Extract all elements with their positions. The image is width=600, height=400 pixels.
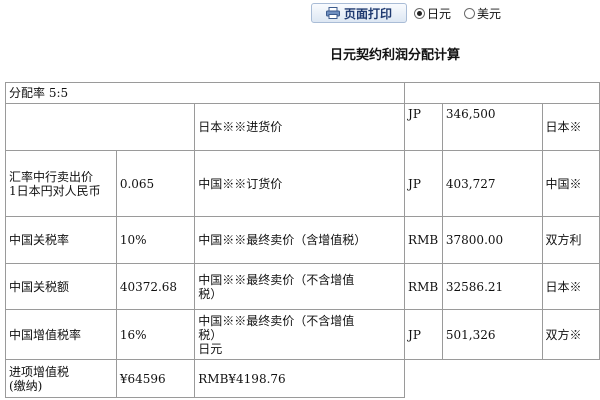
cell-value: 501,326 [441, 309, 543, 360]
cell-label-line: 汇率中行卖出价 [9, 169, 94, 184]
cell-value: 32586.21 [441, 263, 543, 310]
cell-truncated: 中国※ [541, 150, 600, 217]
cell-currency: JP [404, 150, 443, 217]
cell-label-line: 中国※※最终卖价（不含增值 [198, 313, 355, 328]
cell-label: 中国※※最终卖价（不含增值 税） 日元 [194, 309, 406, 360]
currency-radio-usd[interactable]: 美元 [464, 5, 501, 22]
cell-truncated: 日本※ [541, 103, 600, 151]
cell-value: 346,500 [441, 103, 543, 151]
cell-value: 10% [115, 216, 196, 264]
cell-value: RMB¥4198.76 [194, 359, 406, 398]
print-button-label: 页面打印 [343, 6, 392, 21]
cell-label-line: 进项增值税 [9, 364, 70, 379]
cell-value: 0.065 [115, 150, 196, 217]
cell-label: 汇率中行卖出价 1日本円对人民币 [5, 150, 117, 217]
table-row: 中国增值税率 16% 中国※※最终卖价（不含增值 税） 日元 JP 501,32… [5, 309, 600, 360]
radio-unselected-icon[interactable] [464, 8, 475, 19]
cell-label: 中国关税率 [5, 216, 117, 264]
cell-truncated: 双方利 [541, 216, 600, 264]
currency-radio-usd-label: 美元 [477, 7, 502, 21]
radio-selected-icon[interactable] [414, 8, 425, 19]
cell-value: 403,727 [441, 150, 543, 217]
table-row: 汇率中行卖出价 1日本円对人民币 0.065 中国※※订货价 JP 403,72… [5, 150, 600, 217]
cell-label-line: 税） [198, 327, 223, 342]
toolbar: 页面打印 日元 美元 [0, 0, 600, 26]
cell-value: 37800.00 [441, 216, 543, 264]
cell-value: ¥64596 [115, 359, 196, 398]
cell-currency: RMB [404, 216, 443, 264]
empty-cell [4, 103, 196, 151]
print-button[interactable]: 页面打印 [311, 3, 407, 23]
cell-label: 日本※※进货价 [194, 103, 406, 151]
cell-label-line: 税） [198, 286, 223, 301]
empty-cell [404, 82, 600, 104]
ratio-cell: 分配率 5:5 [4, 82, 406, 104]
cell-label: 中国※※最终卖价（含增值税） [194, 216, 406, 264]
cell-currency: JP [404, 103, 443, 151]
table-row: 进项增值税 (缴纳) ¥64596 RMB¥4198.76 [5, 359, 600, 398]
empty-cell [405, 360, 600, 398]
cell-truncated: 双方※ [541, 309, 600, 360]
cell-value: 16% [115, 309, 196, 360]
cell-currency: JP [404, 309, 443, 360]
table-row: 日本※※进货价 JP 346,500 日本※ [4, 103, 600, 151]
cell-label: 中国关税额 [5, 263, 117, 310]
cell-label-line: 1日本円对人民币 [9, 183, 101, 198]
cell-label: 中国※※订货价 [194, 150, 406, 217]
page-title: 日元契约利润分配计算 [330, 48, 461, 63]
table-row-ratio: 分配率 5:5 [4, 82, 600, 104]
cell-currency: RMB [404, 263, 443, 310]
printer-icon [325, 7, 340, 19]
cell-label: 进项增值税 (缴纳) [5, 359, 117, 398]
cell-truncated: 日本※ [541, 263, 600, 310]
cell-label-line: (缴纳) [9, 378, 43, 393]
table-row: 中国关税额 40372.68 中国※※最终卖价（不含增值 税） RMB 3258… [5, 263, 600, 310]
cell-label: 中国※※最终卖价（不含增值 税） [194, 263, 406, 310]
profit-table: 分配率 5:5 日本※※进货价 JP 346,500 日本※ 汇率中行卖出价 1… [4, 82, 600, 398]
cell-label: 中国增值税率 [5, 309, 117, 360]
cell-label-line: 日元 [198, 341, 223, 356]
currency-radio-jpy-label: 日元 [427, 7, 452, 21]
cell-value: 40372.68 [115, 263, 196, 310]
currency-radio-jpy[interactable]: 日元 [414, 5, 451, 22]
cell-label-line: 中国※※最终卖价（不含增值 [198, 272, 355, 287]
table-row: 中国关税率 10% 中国※※最终卖价（含增值税） RMB 37800.00 双方… [5, 216, 600, 264]
